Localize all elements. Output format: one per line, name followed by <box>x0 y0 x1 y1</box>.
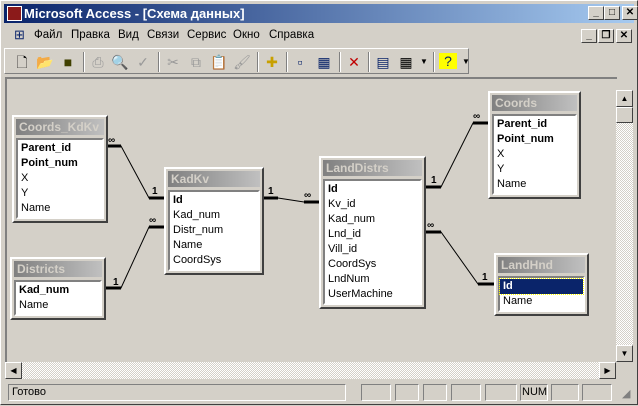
field[interactable]: Name <box>18 201 102 216</box>
field[interactable]: Distr_num <box>170 223 258 238</box>
status-bar: Готово NUM ◢ <box>4 383 636 402</box>
table-title[interactable]: Districts <box>14 261 102 277</box>
table-kadkv[interactable]: KadKv Id Kad_num Distr_num Name CoordSys <box>164 167 264 275</box>
many-marker: ∞ <box>304 190 311 201</box>
field-key[interactable]: Parent_id <box>18 141 102 156</box>
many-marker: ∞ <box>108 135 115 146</box>
table-title[interactable]: Coords_KdKv <box>16 119 104 135</box>
field[interactable]: Name <box>16 298 100 313</box>
field-key[interactable]: Point_num <box>494 132 575 147</box>
field[interactable]: CoordSys <box>325 257 420 272</box>
field[interactable]: Kad_num <box>325 212 420 227</box>
field[interactable]: Y <box>494 162 575 177</box>
field-key-selected[interactable]: Id <box>499 278 584 295</box>
one-marker: 1 <box>152 186 158 197</box>
field-key[interactable]: Id <box>325 182 420 197</box>
field[interactable]: Kv_id <box>325 197 420 212</box>
access-window: Microsoft Access - [Схема данных] _ □ ✕ … <box>0 0 638 405</box>
field[interactable]: CoordSys <box>170 253 258 268</box>
field[interactable]: Name <box>500 294 583 309</box>
field[interactable]: Name <box>170 238 258 253</box>
field[interactable]: UserMachine <box>325 287 420 302</box>
scroll-up-button[interactable]: ▲ <box>616 90 633 107</box>
status-text: Готово <box>8 384 346 401</box>
scroll-right-button[interactable]: ▶ <box>599 362 616 379</box>
horizontal-scrollbar[interactable]: ◀ ▶ <box>5 362 616 379</box>
field[interactable]: X <box>494 147 575 162</box>
table-coords-kdkv[interactable]: Coords_KdKv Parent_id Point_num X Y Name <box>12 115 108 223</box>
one-marker: 1 <box>268 186 274 197</box>
one-marker: 1 <box>113 277 119 288</box>
field-key[interactable]: Kad_num <box>16 283 100 298</box>
scroll-down-button[interactable]: ▼ <box>616 345 633 362</box>
many-marker: ∞ <box>149 215 156 226</box>
table-districts[interactable]: Districts Kad_num Name <box>10 257 106 320</box>
field[interactable]: Name <box>494 177 575 192</box>
field[interactable]: Y <box>18 186 102 201</box>
table-title[interactable]: LandDistrs <box>323 160 422 176</box>
table-title[interactable]: Coords <box>492 95 577 111</box>
field[interactable]: Vill_id <box>325 242 420 257</box>
field[interactable]: X <box>18 171 102 186</box>
field-key[interactable]: Id <box>170 193 258 208</box>
table-landhnd[interactable]: LandHnd Id Name <box>494 253 589 316</box>
vertical-scroll-thumb[interactable] <box>616 107 633 123</box>
many-marker: ∞ <box>427 220 434 231</box>
field[interactable]: Kad_num <box>170 208 258 223</box>
vertical-scrollbar[interactable]: ▲ ▼ <box>616 90 633 362</box>
table-landdistrs[interactable]: LandDistrs Id Kv_id Kad_num Lnd_id Vill_… <box>319 156 426 309</box>
resize-grip-icon[interactable]: ◢ <box>622 387 630 400</box>
table-coords[interactable]: Coords Parent_id Point_num X Y Name <box>488 91 581 199</box>
num-lock-indicator: NUM <box>520 384 548 401</box>
field-key[interactable]: Parent_id <box>494 117 575 132</box>
table-title[interactable]: LandHnd <box>498 257 585 273</box>
field[interactable]: LndNum <box>325 272 420 287</box>
scroll-left-button[interactable]: ◀ <box>5 362 22 379</box>
table-title[interactable]: KadKv <box>168 171 260 187</box>
one-marker: 1 <box>431 175 437 186</box>
field-key[interactable]: Point_num <box>18 156 102 171</box>
many-marker: ∞ <box>473 111 480 122</box>
one-marker: 1 <box>482 272 488 283</box>
field[interactable]: Lnd_id <box>325 227 420 242</box>
